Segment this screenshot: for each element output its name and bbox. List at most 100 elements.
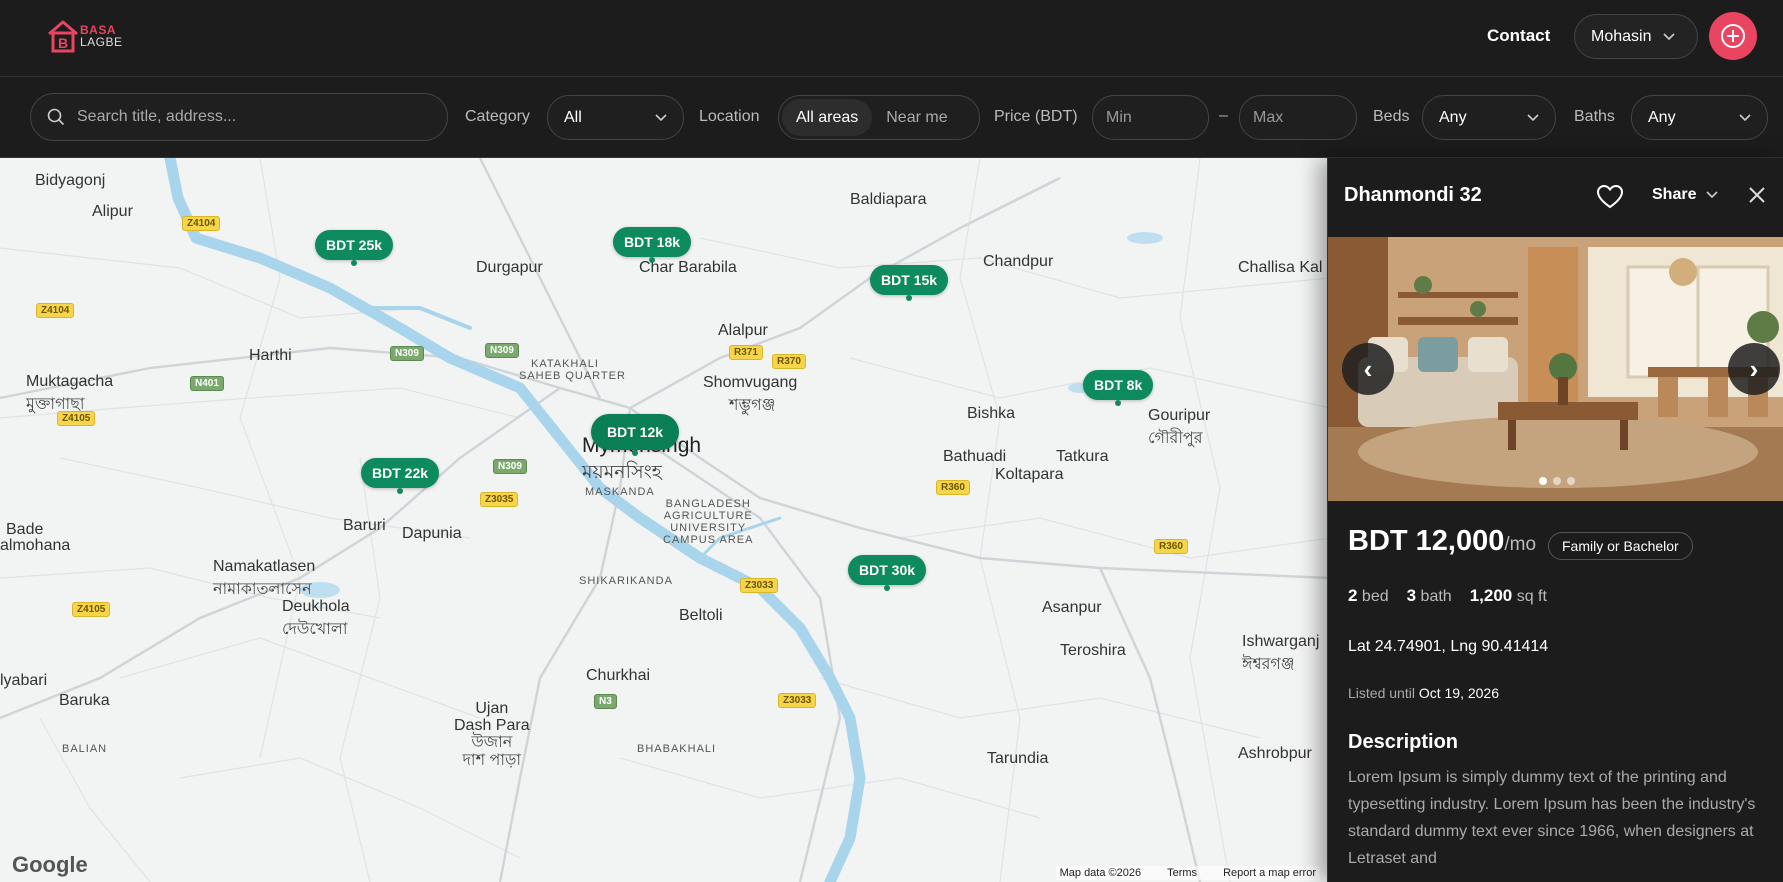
road-shield: Z3033 bbox=[778, 693, 817, 708]
price-max-input[interactable] bbox=[1253, 96, 1343, 139]
map-place: almohana bbox=[0, 537, 71, 554]
top-bar: B BASA LAGBE Contact Mohasin bbox=[0, 0, 1783, 77]
price-pin[interactable]: BDT 18k bbox=[613, 227, 692, 263]
close-panel-button[interactable] bbox=[1748, 186, 1766, 209]
listing-specs: 2 bed 3 bath 1,200 sq ft bbox=[1348, 586, 1547, 606]
share-label: Share bbox=[1652, 186, 1697, 203]
next-photo-button[interactable]: › bbox=[1728, 343, 1780, 395]
area-spec: 1,200 sq ft bbox=[1469, 586, 1547, 605]
road-shield: Z4105 bbox=[72, 602, 111, 617]
road-shield: R360 bbox=[1154, 539, 1188, 554]
map-place: Alipur bbox=[92, 203, 133, 220]
photo-dot[interactable] bbox=[1567, 477, 1575, 485]
price-max-field bbox=[1239, 95, 1357, 140]
baths-spec: 3 bath bbox=[1406, 586, 1452, 605]
plus-circle-icon bbox=[1721, 24, 1745, 48]
map-place: Bidyagonj bbox=[35, 172, 106, 189]
price-pin[interactable]: BDT 8k bbox=[1083, 370, 1154, 406]
listing-coordinates: Lat 24.74901, Lng 90.41414 bbox=[1348, 638, 1549, 655]
filter-bar: Category All Location All areas Near me … bbox=[0, 77, 1783, 158]
road-shield: Z4105 bbox=[57, 411, 96, 426]
search-icon bbox=[47, 108, 65, 126]
map-place: Tarundia bbox=[987, 750, 1049, 767]
map-place: Ishwarganj ঈশ্বরগঞ্জ bbox=[1242, 633, 1320, 673]
search-input[interactable] bbox=[77, 108, 417, 126]
report-map-error-link[interactable]: Report a map error bbox=[1223, 867, 1316, 879]
road-shield: N309 bbox=[485, 343, 519, 358]
google-logo: Google bbox=[12, 852, 88, 877]
road-shield: Z4104 bbox=[182, 216, 221, 231]
listed-until: Listed until Oct 19, 2026 bbox=[1348, 685, 1499, 701]
location-near-me[interactable]: Near me bbox=[872, 99, 961, 136]
road-shield: Z3033 bbox=[740, 578, 779, 593]
category-value: All bbox=[564, 108, 582, 126]
listing-price: BDT 12,000/mo bbox=[1348, 525, 1537, 557]
photo-pagination bbox=[1539, 477, 1575, 485]
map-place: Tatkura bbox=[1056, 448, 1109, 465]
map-place: Namakatlasen নামাকাতলাসেন bbox=[213, 558, 316, 598]
app-logo[interactable]: B BASA LAGBE bbox=[46, 18, 136, 58]
favorite-button[interactable] bbox=[1596, 184, 1624, 215]
map-place: Deukhola দেউখোলা bbox=[282, 598, 350, 638]
map-place: Durgapur bbox=[476, 259, 543, 276]
map-attribution: Map data ©2026 Terms Report a map error bbox=[1055, 866, 1320, 880]
road-shield: N309 bbox=[390, 346, 424, 361]
map-place: Harthi bbox=[249, 347, 292, 364]
category-select[interactable]: All bbox=[547, 95, 684, 140]
category-label: Category bbox=[465, 108, 530, 125]
road-shield: Z4104 bbox=[36, 303, 75, 318]
map-district-label: BHABAKHALI bbox=[637, 743, 717, 755]
map-district-label: BANGLADESH AGRICULTURE UNIVERSITY CAMPUS AR… bbox=[663, 498, 754, 546]
svg-text:B: B bbox=[58, 35, 68, 51]
listing-detail-panel: Dhanmondi 32 Share ‹ › BDT 12,000/mo Fam… bbox=[1327, 158, 1783, 882]
price-pin[interactable]: BDT 25k bbox=[315, 230, 394, 266]
price-min-field bbox=[1092, 95, 1209, 140]
price-pin[interactable]: BDT 30k bbox=[848, 555, 927, 591]
baths-select[interactable]: Any bbox=[1631, 95, 1768, 140]
description-heading: Description bbox=[1348, 731, 1459, 753]
user-name: Mohasin bbox=[1591, 27, 1652, 45]
location-all-areas[interactable]: All areas bbox=[782, 99, 873, 136]
map-place: Beltoli bbox=[679, 607, 723, 624]
map-place: Bathuadi bbox=[943, 448, 1007, 465]
map-place: Shomvugang শম্ভুগঞ্জ bbox=[703, 374, 798, 414]
road-shield: N401 bbox=[190, 376, 224, 391]
map-place: Alalpur bbox=[718, 322, 768, 339]
road-shield: N3 bbox=[594, 694, 617, 709]
map-place: Ujan Dash Para উজান দাশ পাড়া bbox=[454, 700, 530, 769]
house-logo-icon: B bbox=[48, 20, 78, 53]
baths-value: Any bbox=[1648, 108, 1676, 126]
map-place: Churkhai bbox=[586, 667, 651, 684]
price-pin[interactable]: BDT 22k bbox=[361, 458, 440, 494]
map-place: Koltapara bbox=[995, 466, 1064, 483]
baths-label: Baths bbox=[1574, 108, 1615, 125]
previous-photo-button[interactable]: ‹ bbox=[1342, 343, 1394, 395]
location-label: Location bbox=[699, 108, 760, 125]
listing-photo-carousel[interactable]: ‹ › bbox=[1328, 237, 1783, 501]
price-pin[interactable]: BDT 15k bbox=[870, 265, 949, 301]
living-room-photo bbox=[1328, 237, 1783, 501]
contact-link[interactable]: Contact bbox=[1487, 26, 1550, 46]
add-listing-button[interactable] bbox=[1709, 12, 1757, 60]
map-view[interactable]: Bidyagonj Alipur Baldiapara Durgapur Cha… bbox=[0, 158, 1330, 882]
beds-select[interactable]: Any bbox=[1422, 95, 1556, 140]
map-place: Baldiapara bbox=[850, 191, 927, 208]
share-button[interactable]: Share bbox=[1652, 186, 1719, 204]
price-pin-selected[interactable]: BDT 12k bbox=[591, 414, 680, 456]
chevron-down-icon bbox=[1663, 32, 1676, 40]
location-toggle: All areas Near me bbox=[778, 95, 980, 140]
map-district-label: BALIAN bbox=[62, 743, 108, 755]
road-shield: Z3035 bbox=[480, 492, 519, 507]
beds-label: Beds bbox=[1373, 108, 1410, 125]
photo-dot-active[interactable] bbox=[1539, 477, 1547, 485]
map-place: Challisa Kal bbox=[1238, 259, 1323, 276]
map-place: Ashrobpur bbox=[1238, 745, 1312, 762]
photo-dot[interactable] bbox=[1553, 477, 1561, 485]
map-place: Gouripur গৌরীপুর bbox=[1148, 407, 1211, 447]
user-menu-button[interactable]: Mohasin bbox=[1574, 14, 1698, 59]
chevron-down-icon bbox=[655, 113, 667, 121]
map-place: Teroshira bbox=[1060, 642, 1126, 659]
price-min-input[interactable] bbox=[1106, 96, 1196, 139]
price-separator: – bbox=[1219, 107, 1228, 124]
terms-link[interactable]: Terms bbox=[1167, 867, 1197, 879]
